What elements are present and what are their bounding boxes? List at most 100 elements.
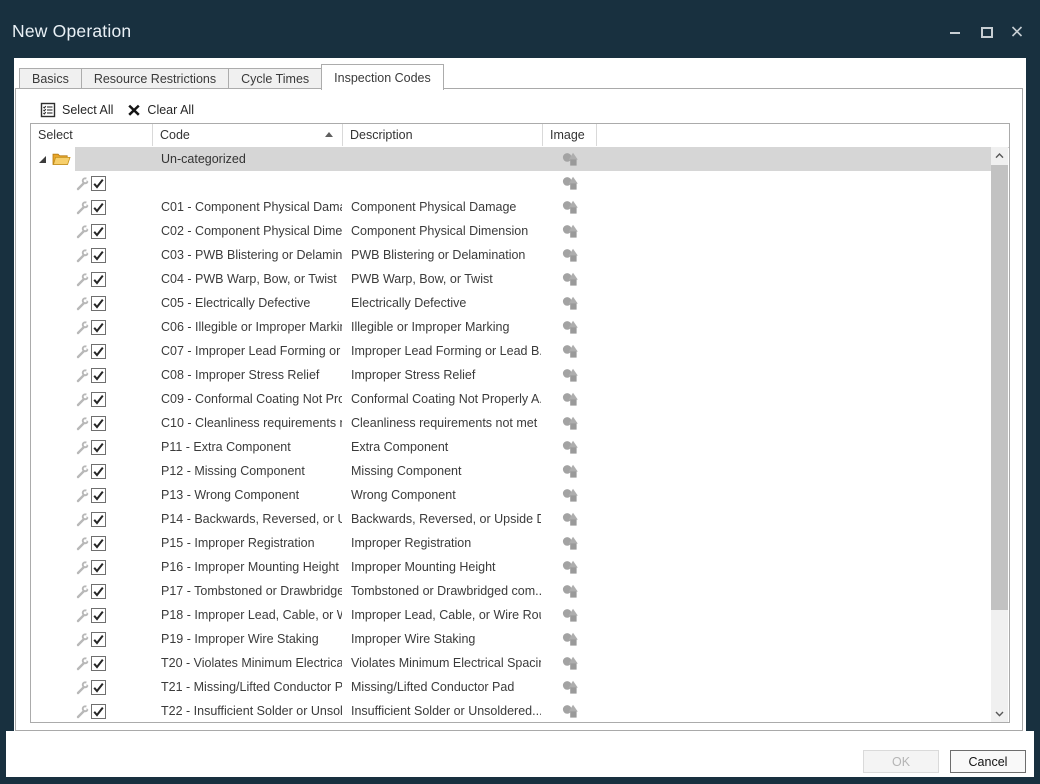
ok-button[interactable]: OK: [863, 750, 939, 773]
row-checkbox[interactable]: [91, 344, 106, 359]
vertical-scrollbar[interactable]: [991, 147, 1008, 722]
tab-basics[interactable]: Basics: [19, 68, 82, 89]
maximize-button[interactable]: [979, 24, 993, 38]
row-checkbox[interactable]: [91, 248, 106, 263]
edit-wrench-icon[interactable]: [75, 248, 90, 263]
row-checkbox[interactable]: [91, 176, 106, 191]
expander-expanded-icon[interactable]: [38, 155, 47, 164]
inspection-code-row[interactable]: P19 - Improper Wire Staking Improper Wir…: [31, 627, 992, 651]
cancel-button[interactable]: Cancel: [950, 750, 1026, 773]
row-checkbox[interactable]: [91, 224, 106, 239]
tab-resource-restrictions[interactable]: Resource Restrictions: [81, 68, 229, 89]
edit-wrench-icon[interactable]: [75, 536, 90, 551]
tab-cycle-times[interactable]: Cycle Times: [228, 68, 322, 89]
edit-wrench-icon[interactable]: [75, 656, 90, 671]
edit-wrench-icon[interactable]: [75, 200, 90, 215]
inspection-code-row[interactable]: T21 - Missing/Lifted Conductor Pad Missi…: [31, 675, 992, 699]
row-checkbox[interactable]: [91, 560, 106, 575]
select-all-button[interactable]: Select All: [40, 102, 113, 118]
column-header-image[interactable]: Image: [543, 124, 597, 146]
row-checkbox[interactable]: [91, 320, 106, 335]
edit-wrench-icon[interactable]: [75, 176, 90, 191]
inspection-code-row[interactable]: C05 - Electrically Defective Electricall…: [31, 291, 992, 315]
edit-wrench-icon[interactable]: [75, 488, 90, 503]
row-checkbox[interactable]: [91, 584, 106, 599]
row-checkbox[interactable]: [91, 536, 106, 551]
minimize-button[interactable]: [948, 24, 962, 38]
edit-wrench-icon[interactable]: [75, 680, 90, 695]
column-header-code[interactable]: Code: [153, 124, 343, 146]
checkmark-icon: [92, 369, 105, 382]
edit-wrench-icon[interactable]: [75, 704, 90, 719]
scrollbar-down-button[interactable]: [991, 705, 1008, 722]
inspection-code-row[interactable]: P14 - Backwards, Reversed, or Ups... Bac…: [31, 507, 992, 531]
edit-wrench-icon[interactable]: [75, 416, 90, 431]
row-checkbox[interactable]: [91, 440, 106, 455]
inspection-code-row[interactable]: C03 - PWB Blistering or Delaminat... PWB…: [31, 243, 992, 267]
close-button[interactable]: [1010, 24, 1024, 38]
checkmark-icon: [92, 417, 105, 430]
row-checkbox[interactable]: [91, 608, 106, 623]
edit-wrench-icon[interactable]: [75, 320, 90, 335]
row-checkbox[interactable]: [91, 392, 106, 407]
inspection-code-row[interactable]: C10 - Cleanliness requirements no... Cle…: [31, 411, 992, 435]
edit-wrench-icon[interactable]: [75, 368, 90, 383]
shapes-image-icon: [562, 560, 579, 575]
row-code: P12 - Missing Component: [161, 464, 342, 478]
edit-wrench-icon[interactable]: [75, 512, 90, 527]
inspection-code-row[interactable]: [31, 171, 992, 195]
row-checkbox[interactable]: [91, 632, 106, 647]
inspection-code-row[interactable]: T20 - Violates Minimum Electrical... Vio…: [31, 651, 992, 675]
row-checkbox[interactable]: [91, 416, 106, 431]
row-checkbox[interactable]: [91, 656, 106, 671]
column-header-select[interactable]: Select: [31, 124, 153, 146]
row-checkbox[interactable]: [91, 368, 106, 383]
row-checkbox[interactable]: [91, 488, 106, 503]
row-code: C06 - Illegible or Improper Marking: [161, 320, 342, 334]
inspection-code-row[interactable]: C09 - Conformal Coating Not Pro... Confo…: [31, 387, 992, 411]
scrollbar-thumb[interactable]: [991, 165, 1008, 610]
clear-all-button[interactable]: Clear All: [127, 103, 194, 117]
inspection-code-row[interactable]: C01 - Component Physical Damage Componen…: [31, 195, 992, 219]
inspection-code-row[interactable]: C06 - Illegible or Improper Marking Ille…: [31, 315, 992, 339]
edit-wrench-icon[interactable]: [75, 296, 90, 311]
inspection-code-row[interactable]: C02 - Component Physical Dimens... Compo…: [31, 219, 992, 243]
row-description: Improper Wire Staking: [351, 632, 541, 646]
inspection-code-row[interactable]: T22 - Insufficient Solder or Unsold... I…: [31, 699, 992, 722]
inspection-code-row[interactable]: P16 - Improper Mounting Height Improper …: [31, 555, 992, 579]
row-description: Missing Component: [351, 464, 541, 478]
edit-wrench-icon[interactable]: [75, 584, 90, 599]
row-checkbox[interactable]: [91, 680, 106, 695]
inspection-code-row[interactable]: C04 - PWB Warp, Bow, or Twist PWB Warp, …: [31, 267, 992, 291]
inspection-code-row[interactable]: P18 - Improper Lead, Cable, or Wir... Im…: [31, 603, 992, 627]
row-checkbox[interactable]: [91, 296, 106, 311]
open-folder-icon: [52, 151, 71, 167]
edit-wrench-icon[interactable]: [75, 560, 90, 575]
edit-wrench-icon[interactable]: [75, 632, 90, 647]
inspection-code-row[interactable]: P11 - Extra Component Extra Component: [31, 435, 992, 459]
edit-wrench-icon[interactable]: [75, 440, 90, 455]
row-checkbox[interactable]: [91, 464, 106, 479]
edit-wrench-icon[interactable]: [75, 608, 90, 623]
edit-wrench-icon[interactable]: [75, 272, 90, 287]
row-checkbox[interactable]: [91, 704, 106, 719]
inspection-code-row[interactable]: P12 - Missing Component Missing Componen…: [31, 459, 992, 483]
row-code: C01 - Component Physical Damage: [161, 200, 342, 214]
row-description: Extra Component: [351, 440, 541, 454]
group-row-uncategorized[interactable]: Un-categorized: [31, 147, 992, 171]
column-header-description[interactable]: Description: [343, 124, 543, 146]
row-checkbox[interactable]: [91, 200, 106, 215]
row-checkbox[interactable]: [91, 272, 106, 287]
edit-wrench-icon[interactable]: [75, 392, 90, 407]
edit-wrench-icon[interactable]: [75, 224, 90, 239]
edit-wrench-icon[interactable]: [75, 344, 90, 359]
inspection-code-row[interactable]: P17 - Tombstoned or Drawbridge... Tombst…: [31, 579, 992, 603]
inspection-code-row[interactable]: P13 - Wrong Component Wrong Component: [31, 483, 992, 507]
inspection-code-row[interactable]: C07 - Improper Lead Forming or L... Impr…: [31, 339, 992, 363]
inspection-code-row[interactable]: C08 - Improper Stress Relief Improper St…: [31, 363, 992, 387]
edit-wrench-icon[interactable]: [75, 464, 90, 479]
scrollbar-up-button[interactable]: [991, 147, 1008, 164]
inspection-code-row[interactable]: P15 - Improper Registration Improper Reg…: [31, 531, 992, 555]
tab-inspection-codes[interactable]: Inspection Codes: [321, 64, 444, 90]
row-checkbox[interactable]: [91, 512, 106, 527]
